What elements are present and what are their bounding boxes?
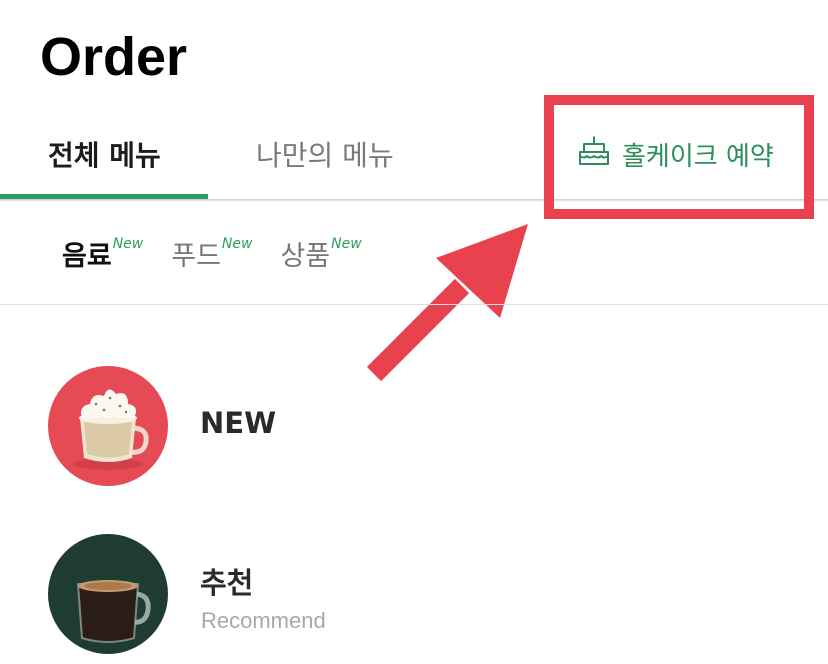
subcategory-goods[interactable]: 상품 New xyxy=(280,234,361,273)
menu-category-title: NEW xyxy=(200,406,277,440)
subcategory-beverage[interactable]: 음료 New xyxy=(62,234,143,273)
menu-thumbnail-new xyxy=(48,366,168,486)
section-divider xyxy=(0,304,828,305)
menu-thumbnail-recommend xyxy=(48,534,168,654)
new-badge: New xyxy=(331,236,362,252)
subcategory-tabs: 음료 New 푸드 New 상품 New xyxy=(62,234,390,274)
highlight-annotation-box xyxy=(544,95,814,219)
menu-category-new[interactable]: NEW xyxy=(48,366,808,486)
tab-my-menu[interactable]: 나만의 메뉴 xyxy=(256,134,394,174)
subcategory-food[interactable]: 푸드 New xyxy=(171,234,252,273)
new-badge: New xyxy=(221,236,253,252)
subcategory-label: 푸드 xyxy=(171,241,221,272)
new-badge: New xyxy=(112,236,144,252)
menu-category-subtitle: Recommend xyxy=(201,608,326,633)
menu-category-title: 추천 xyxy=(200,566,254,600)
page-title: Order xyxy=(40,27,188,87)
menu-category-recommend[interactable]: 추천 Recommend xyxy=(48,534,808,654)
subcategory-label: 상품 xyxy=(280,241,331,272)
subcategory-label: 음료 xyxy=(62,241,112,272)
tab-all-menu[interactable]: 전체 메뉴 xyxy=(48,134,161,174)
